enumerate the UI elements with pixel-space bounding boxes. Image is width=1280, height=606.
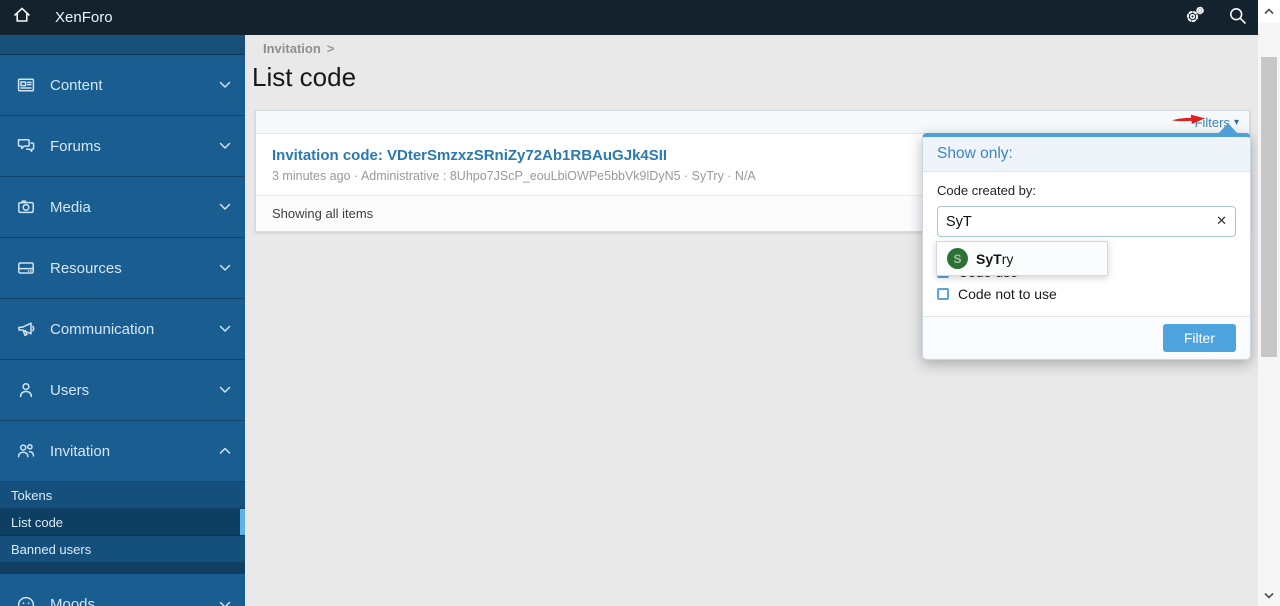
vertical-scrollbar[interactable]: [1258, 0, 1280, 606]
sidebar-item-label: Forums: [50, 137, 101, 155]
popup-footer: Filter: [923, 316, 1250, 359]
scroll-up-button[interactable]: [1258, 0, 1280, 22]
sub-item-label: Tokens: [11, 487, 53, 503]
filter-submit-button[interactable]: Filter: [1162, 324, 1236, 352]
sub-item-label: Banned users: [11, 541, 92, 557]
code-not-to-use-label: Code not to use: [958, 286, 1057, 302]
scroll-down-button[interactable]: [1258, 584, 1280, 606]
chevron-down-icon: [219, 203, 231, 211]
users-icon: [16, 380, 38, 400]
chevron-down-icon: [219, 264, 231, 272]
suggestion-rest: ry: [1001, 250, 1014, 267]
sub-item-label: List code: [11, 514, 64, 530]
sidebar-item-label: Media: [50, 198, 91, 216]
search-icon: [1228, 6, 1247, 30]
breadcrumb-separator: >: [326, 41, 335, 56]
autocomplete-dropdown: S SyTry: [936, 241, 1108, 276]
sidebar-item-label: Users: [50, 381, 90, 399]
home-button[interactable]: [0, 5, 44, 30]
code-created-by-field: ✕: [937, 206, 1236, 237]
chevron-up-icon: [219, 447, 231, 455]
sidebar-item-forums[interactable]: Forums: [0, 116, 245, 177]
sidebar-item-label: Communication: [50, 320, 155, 338]
sidebar-item-banned-users[interactable]: Banned users: [0, 536, 245, 563]
invitation-icon: [16, 441, 38, 461]
sidebar-item-label: Moods: [50, 596, 96, 606]
suggestion-match: SyT: [976, 250, 1002, 267]
sidebar-item-list-code[interactable]: List code: [0, 509, 245, 536]
red-arrow-annotation: [1172, 111, 1206, 132]
chevron-down-icon: [1264, 592, 1274, 599]
active-item-accent: [240, 509, 245, 535]
scrollbar-thumb[interactable]: [1261, 57, 1277, 357]
sidebar-item-invitation[interactable]: Invitation: [0, 421, 245, 482]
admin-page: XenForo Content Forums Media Resources C…: [0, 0, 1280, 606]
sidebar-item-resources[interactable]: Resources: [0, 238, 245, 299]
forums-icon: [16, 136, 38, 156]
sidebar-item-communication[interactable]: Communication: [0, 299, 245, 360]
moods-icon: [16, 595, 38, 606]
popup-notch: [1219, 123, 1237, 133]
avatar: S: [947, 248, 968, 269]
sidebar-partial-item: [0, 35, 245, 55]
sidebar-section-divider: [0, 563, 245, 574]
popup-title: Show only:: [923, 137, 1250, 172]
filters-popup: Show only: Code created by: ✕ S SyTry Co…: [922, 123, 1251, 360]
suggestion-name: SyTry: [976, 251, 1013, 267]
sidebar-item-tokens[interactable]: Tokens: [0, 482, 245, 509]
chevron-down-icon: [219, 325, 231, 333]
brand-logo[interactable]: XenForo: [55, 9, 113, 26]
sidebar-item-label: Content: [50, 76, 103, 94]
search-button[interactable]: [1216, 6, 1258, 30]
communication-icon: [16, 319, 38, 339]
filter-bar: Filters ▾: [256, 111, 1249, 134]
clear-input-icon[interactable]: ✕: [1216, 214, 1227, 227]
code-created-by-label: Code created by:: [937, 183, 1037, 198]
content-icon: [16, 75, 38, 95]
chevron-up-icon: [1264, 7, 1274, 14]
sidebar-item-users[interactable]: Users: [0, 360, 245, 421]
code-not-to-use-option[interactable]: Code not to use: [937, 286, 1236, 302]
breadcrumb-invitation[interactable]: Invitation: [263, 41, 321, 56]
popup-body: Code created by: ✕ S SyTry Code use Cod: [923, 172, 1250, 316]
breadcrumb: Invitation >: [263, 41, 334, 56]
sidebar-item-label: Resources: [50, 259, 122, 277]
sidebar-item-label: Invitation: [50, 442, 111, 460]
chevron-down-icon: [219, 601, 231, 606]
sidebar-item-media[interactable]: Media: [0, 177, 245, 238]
invitation-submenu: Tokens List code Banned users: [0, 482, 245, 563]
settings-button[interactable]: [1174, 5, 1216, 30]
chevron-down-icon: [219, 81, 231, 89]
resources-icon: [16, 258, 38, 278]
home-icon: [12, 5, 32, 30]
media-icon: [16, 197, 38, 217]
code-not-to-use-checkbox[interactable]: [937, 288, 949, 300]
code-created-by-input[interactable]: [937, 206, 1236, 237]
page-title: List code: [252, 62, 357, 92]
sidebar-item-moods[interactable]: Moods: [0, 574, 245, 606]
admin-header: XenForo: [0, 0, 1258, 35]
sidebar: Content Forums Media Resources Communica…: [0, 35, 245, 606]
autocomplete-suggestion-sytry[interactable]: S SyTry: [937, 242, 1107, 275]
gears-icon: [1184, 5, 1206, 30]
chevron-down-icon: [219, 142, 231, 150]
chevron-down-icon: [219, 386, 231, 394]
sidebar-item-content[interactable]: Content: [0, 55, 245, 116]
